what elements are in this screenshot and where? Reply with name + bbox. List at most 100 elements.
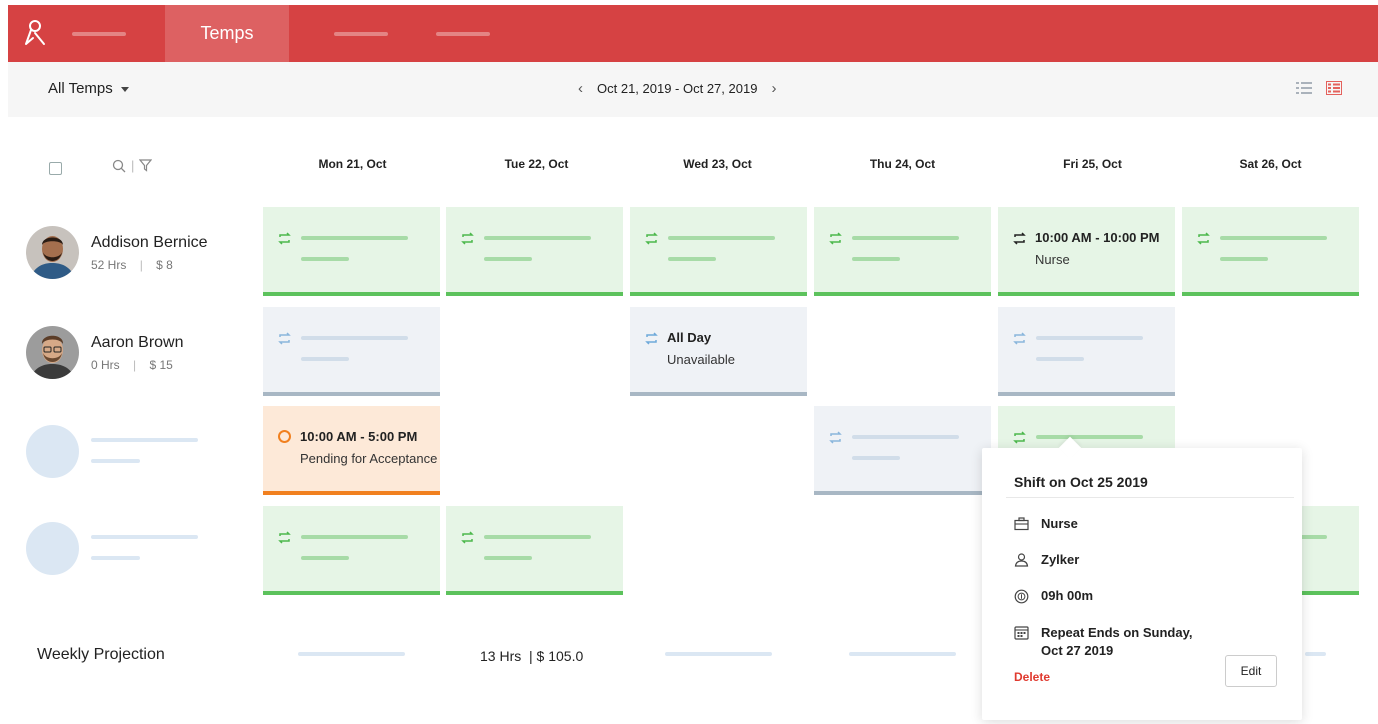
shift-cell[interactable] bbox=[446, 207, 623, 296]
repeat-icon bbox=[461, 232, 474, 245]
repeat-icon bbox=[829, 232, 842, 245]
repeat-icon bbox=[1013, 431, 1026, 444]
meta-placeholder bbox=[91, 556, 140, 560]
shift-time: 10:00 AM - 5:00 PM bbox=[300, 429, 418, 444]
avatar-placeholder bbox=[26, 522, 79, 575]
pending-icon bbox=[278, 430, 291, 443]
weekly-projection-value: 13 Hrs | $ 105.0 bbox=[480, 648, 584, 664]
shift-cell[interactable] bbox=[446, 506, 623, 595]
shift-cell-nurse[interactable]: 10:00 AM - 10:00 PM Nurse bbox=[998, 207, 1175, 296]
chevron-down-icon bbox=[120, 87, 129, 92]
shift-cell[interactable] bbox=[814, 207, 991, 296]
popover-title: Shift on Oct 25 2019 bbox=[1014, 474, 1148, 490]
day-header: Fri 25, Oct bbox=[1063, 157, 1122, 171]
select-all-checkbox[interactable] bbox=[49, 162, 62, 175]
shift-cell[interactable] bbox=[263, 207, 440, 296]
header-tools: | bbox=[112, 158, 153, 173]
temp-name: Aaron Brown bbox=[91, 334, 184, 351]
pending-shift-cell[interactable]: 10:00 AM - 5:00 PM Pending for Acceptanc… bbox=[263, 406, 440, 495]
repeat-icon bbox=[645, 332, 658, 345]
date-range-navigator: ‹ Oct 21, 2019 - Oct 27, 2019 › bbox=[578, 81, 776, 96]
repeat-icon bbox=[461, 531, 474, 544]
shift-cell[interactable] bbox=[630, 207, 807, 296]
nav-tab-placeholder[interactable] bbox=[334, 32, 388, 36]
schedule-toolbar: All Temps ‹ Oct 21, 2019 - Oct 27, 2019 … bbox=[8, 62, 1378, 117]
repeat-icon bbox=[829, 431, 842, 444]
divider bbox=[1006, 497, 1294, 498]
calendar-icon bbox=[1014, 626, 1029, 640]
temp-meta: 52 Hrs | $ 8 bbox=[91, 258, 173, 272]
temp-hours: 52 Hrs bbox=[91, 258, 127, 272]
nav-tab-placeholder[interactable] bbox=[436, 32, 490, 36]
repeat-icon bbox=[278, 332, 291, 345]
repeat-icon bbox=[1197, 232, 1210, 245]
temp-hours: 0 Hrs bbox=[91, 358, 120, 372]
day-header: Mon 21, Oct bbox=[318, 157, 387, 171]
popover-duration-row: 09h 00m bbox=[1014, 588, 1093, 604]
unavailable-cell[interactable] bbox=[814, 406, 991, 495]
calendar-view-icon[interactable] bbox=[1326, 81, 1342, 95]
duration-icon bbox=[1014, 589, 1029, 604]
projection-placeholder bbox=[298, 652, 405, 656]
popover-repeat-line2: Oct 27 2019 bbox=[1041, 643, 1114, 658]
avatar bbox=[26, 326, 79, 379]
shift-cell[interactable] bbox=[263, 506, 440, 595]
popover-role-row: Nurse bbox=[1014, 516, 1078, 531]
tools-divider: | bbox=[131, 158, 135, 173]
temp-rate: $ 8 bbox=[156, 258, 173, 272]
temp-name: Addison Bernice bbox=[91, 234, 208, 251]
day-header: Tue 22, Oct bbox=[504, 157, 569, 171]
popover-repeat-line1: Repeat Ends on Sunday, bbox=[1041, 625, 1193, 640]
name-placeholder bbox=[91, 438, 198, 442]
shift-time: All Day bbox=[667, 330, 712, 345]
list-view-icon[interactable] bbox=[1296, 81, 1312, 95]
popover-client: Zylker bbox=[1041, 552, 1080, 567]
filter-label: All Temps bbox=[48, 80, 113, 97]
name-placeholder bbox=[91, 535, 198, 539]
shift-status: Pending for Acceptance bbox=[300, 451, 438, 466]
shift-detail-popover: Shift on Oct 25 2019 Nurse Zylker 09h 00… bbox=[982, 436, 1302, 720]
repeat-icon bbox=[278, 232, 291, 245]
temps-filter-dropdown[interactable]: All Temps bbox=[48, 80, 129, 97]
unavailable-cell[interactable]: All Day Unavailable bbox=[630, 307, 807, 396]
avatar bbox=[26, 226, 79, 279]
shift-status: Unavailable bbox=[667, 352, 735, 367]
unavailable-cell[interactable] bbox=[998, 307, 1175, 396]
projection-placeholder bbox=[1305, 652, 1326, 656]
filter-icon[interactable] bbox=[139, 159, 153, 172]
briefcase-icon bbox=[1014, 517, 1029, 531]
tab-temps[interactable]: Temps bbox=[165, 5, 289, 62]
avatar-placeholder bbox=[26, 425, 79, 478]
shift-role: Nurse bbox=[1035, 252, 1070, 267]
day-header: Thu 24, Oct bbox=[869, 157, 936, 171]
day-header: Wed 23, Oct bbox=[683, 157, 752, 171]
shift-cell[interactable] bbox=[1182, 207, 1359, 296]
popover-client-row: Zylker bbox=[1014, 552, 1079, 567]
weekly-projection-label: Weekly Projection bbox=[37, 646, 165, 663]
top-nav-bar: Temps bbox=[8, 5, 1378, 62]
edit-shift-button[interactable]: Edit bbox=[1225, 655, 1277, 687]
chevron-right-icon[interactable]: › bbox=[771, 81, 776, 96]
temp-meta: 0 Hrs | $ 15 bbox=[91, 358, 173, 372]
user-icon bbox=[1014, 553, 1029, 567]
day-header: Sat 26, Oct bbox=[1239, 157, 1302, 171]
popover-duration: 09h 00m bbox=[1041, 588, 1094, 603]
search-icon[interactable] bbox=[112, 159, 126, 173]
unavailable-cell[interactable] bbox=[263, 307, 440, 396]
repeat-icon bbox=[645, 232, 658, 245]
temp-rate: $ 15 bbox=[149, 358, 173, 372]
meta-placeholder bbox=[91, 459, 140, 463]
popover-repeat-row: Repeat Ends on Sunday, Oct 27 2019 bbox=[1014, 624, 1192, 660]
shift-time: 10:00 AM - 10:00 PM bbox=[1035, 230, 1160, 245]
app-logo-icon[interactable] bbox=[24, 19, 46, 47]
popover-role: Nurse bbox=[1041, 516, 1078, 531]
chevron-left-icon[interactable]: ‹ bbox=[578, 81, 583, 96]
date-range-label: Oct 21, 2019 - Oct 27, 2019 bbox=[597, 81, 758, 96]
view-switcher bbox=[1296, 81, 1342, 95]
nav-tab-placeholder[interactable] bbox=[72, 32, 126, 36]
repeat-icon bbox=[1013, 232, 1026, 245]
projection-placeholder bbox=[665, 652, 772, 656]
repeat-icon bbox=[1013, 332, 1026, 345]
delete-shift-link[interactable]: Delete bbox=[1014, 670, 1050, 684]
projection-placeholder bbox=[849, 652, 956, 656]
